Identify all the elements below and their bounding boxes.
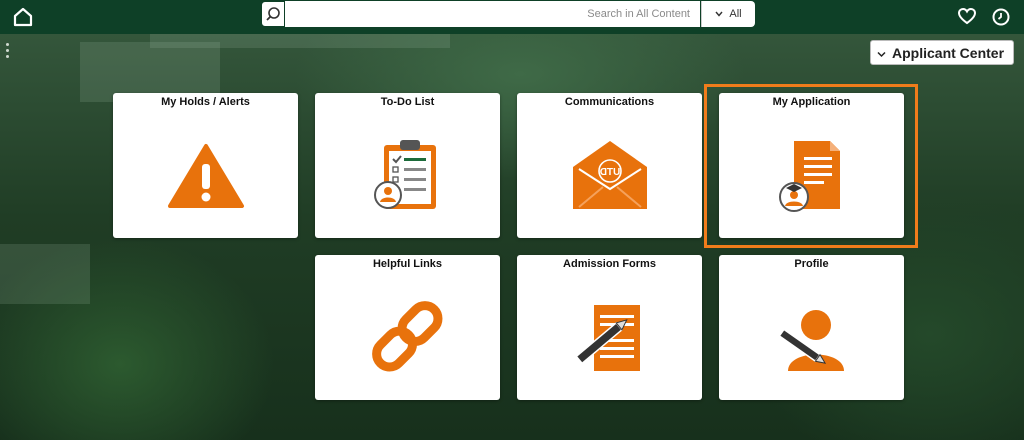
tile-title: Admission Forms [563, 258, 656, 270]
user-pencil-icon [719, 277, 904, 397]
tile-admission-forms[interactable]: Admission Forms [517, 255, 702, 400]
chain-link-icon [315, 277, 500, 397]
search-input[interactable] [285, 1, 700, 27]
tile-communications[interactable]: Communications UTD [517, 93, 702, 238]
tile-title: Communications [564, 96, 655, 108]
clipboard-checklist-icon [315, 115, 500, 235]
homepage-selector[interactable]: Applicant Center [870, 40, 1014, 65]
nav-bar-handle-icon[interactable] [6, 43, 10, 59]
tile-to-do-list[interactable]: To-Do List [315, 93, 500, 238]
application-document-icon [719, 115, 904, 235]
tile-title: Profile [794, 258, 829, 270]
favorites-heart-icon[interactable] [956, 4, 978, 30]
tile-title: My Holds / Alerts [161, 96, 250, 108]
tile-helpful-links[interactable]: Helpful Links [315, 255, 500, 400]
tile-title: My Application [772, 96, 851, 108]
form-pencil-icon [517, 277, 702, 397]
chevron-down-icon [715, 11, 723, 17]
tile-title: Helpful Links [372, 258, 443, 270]
tile-title: To-Do List [380, 96, 435, 108]
search-scope-select[interactable]: All [701, 1, 755, 27]
tile-my-application[interactable]: My Application [719, 93, 904, 238]
home-icon[interactable] [10, 4, 36, 30]
homepage-selector-label: Applicant Center [892, 44, 1005, 61]
search-scope-value: All [729, 8, 742, 20]
chevron-down-icon [877, 45, 886, 61]
warning-icon [113, 115, 298, 235]
envelope-icon: UTD [517, 115, 702, 235]
recent-history-clock-icon[interactable] [990, 4, 1012, 30]
tile-my-holds-alerts[interactable]: My Holds / Alerts [113, 93, 298, 238]
search-icon[interactable] [261, 1, 285, 27]
envelope-logo-text: UTD [599, 167, 620, 178]
top-banner: All [0, 0, 1024, 34]
tile-profile[interactable]: Profile [719, 255, 904, 400]
